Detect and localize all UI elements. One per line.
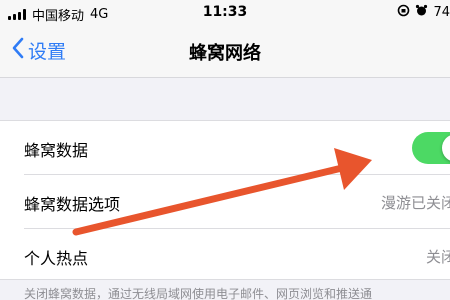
rotation-lock-icon: [397, 4, 410, 21]
cellular-options-label: 蜂窝数据选项: [24, 195, 121, 214]
cellular-data-toggle[interactable]: [412, 132, 450, 164]
toggle-knob: [442, 134, 450, 162]
alarm-icon: [415, 4, 428, 21]
cellular-data-row[interactable]: 蜂窝数据: [0, 121, 450, 174]
footer-description: 关闭蜂窝数据，通过无线局域网使用电子邮件、网页浏览和推送通: [24, 287, 373, 300]
hotspot-label: 个人热点: [24, 249, 89, 268]
settings-group: 蜂窝数据 蜂窝数据选项 漫游已关闭 个人热点 关闭: [0, 120, 450, 280]
hotspot-row[interactable]: 个人热点 关闭: [0, 229, 450, 282]
status-right: 74: [397, 4, 450, 21]
status-time: 11:33: [202, 4, 248, 20]
status-bar: 中国移动 4G 11:33 74: [0, 0, 450, 26]
cellular-options-row[interactable]: 蜂窝数据选项 漫游已关闭: [0, 175, 450, 228]
nav-bar: 设置 蜂窝网络: [0, 26, 450, 78]
cellular-data-label: 蜂窝数据: [24, 141, 89, 160]
cellular-options-value: 漫游已关闭: [380, 194, 450, 212]
hotspot-value: 关闭: [425, 248, 450, 266]
battery-percent: 74: [433, 5, 450, 20]
page-title: 蜂窝网络: [189, 43, 261, 64]
